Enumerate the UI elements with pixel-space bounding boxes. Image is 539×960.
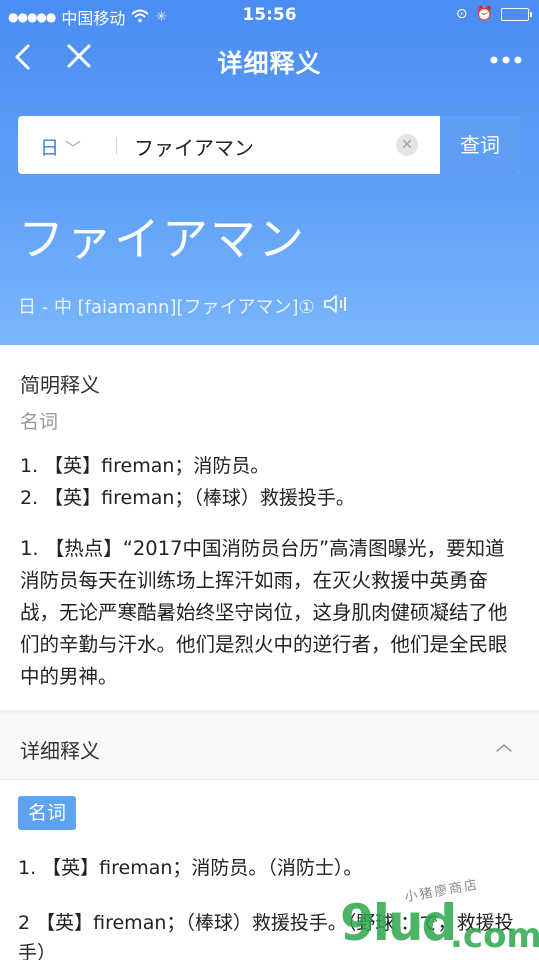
language-label: 日	[40, 137, 60, 159]
simple-section-title: 简明释义	[20, 373, 100, 397]
language-selector[interactable]: 日 ﹀	[40, 133, 81, 160]
headword: ファイアマン	[18, 212, 306, 266]
watermark: 小猪廖商店 9lud .com	[300, 878, 539, 960]
lock-rotation-icon: ⊙	[455, 6, 468, 22]
pos-badge: 名词	[18, 796, 77, 830]
watermark-main: 9lud	[340, 894, 457, 952]
part-of-speech: 名词	[20, 411, 59, 433]
search-divider	[116, 137, 117, 154]
list-item: 2. 【英】fireman；（棒球）救援投手。	[20, 487, 355, 509]
pronunciation-text: 日 - 中 [faiamann][ファイアマン]①	[18, 297, 315, 318]
speaker-button[interactable]	[323, 294, 351, 319]
alarm-icon: ⏰	[475, 6, 493, 22]
speaker-icon	[323, 294, 346, 313]
chevron-down-icon: ﹀	[65, 139, 82, 158]
search-input[interactable]: ファイアマン	[134, 132, 254, 161]
search-box: 日 ﹀ ファイアマン ✕ 查词	[18, 116, 520, 174]
chevron-up-icon	[495, 738, 513, 757]
clear-icon: ✕	[401, 137, 413, 153]
simple-definition-list: 1. 【英】fireman；消防员。 2. 【英】fireman；（棒球）救援投…	[20, 450, 355, 514]
simple-definition-section: 简明释义 名词 1. 【英】fireman；消防员。 2. 【英】fireman…	[0, 345, 539, 710]
watermark-domain: .com	[450, 916, 539, 956]
page-title: 详细释义	[217, 49, 322, 78]
list-item: 1. 【英】fireman；消防员。（消防士）。	[18, 857, 363, 879]
more-button[interactable]	[489, 42, 523, 72]
lookup-button[interactable]: 查词	[440, 116, 520, 174]
detail-section-header[interactable]: 详细释义	[0, 714, 539, 780]
clear-input-button[interactable]: ✕	[396, 134, 418, 156]
header: ●●●●● 中国移动 ✳ 15:56 ⊙ ⏰ 详细释义 日 ﹀ ファイアマン ✕…	[0, 0, 539, 345]
list-item: 1. 【英】fireman；消防员。	[20, 455, 270, 477]
battery-icon	[501, 7, 532, 21]
pronunciation-line: 日 - 中 [faiamann][ファイアマン]①	[18, 293, 351, 319]
status-bar: ●●●●● 中国移动 ✳ 15:56 ⊙ ⏰	[0, 0, 539, 30]
detail-section-title: 详细释义	[20, 739, 100, 763]
hot-topic-text: 1. 【热点】“2017中国消防员台历”高清图曝光，要知道消防员每天在训练场上挥…	[20, 537, 508, 688]
more-dots-icon	[490, 56, 522, 64]
nav-bar: 详细释义	[0, 30, 539, 90]
